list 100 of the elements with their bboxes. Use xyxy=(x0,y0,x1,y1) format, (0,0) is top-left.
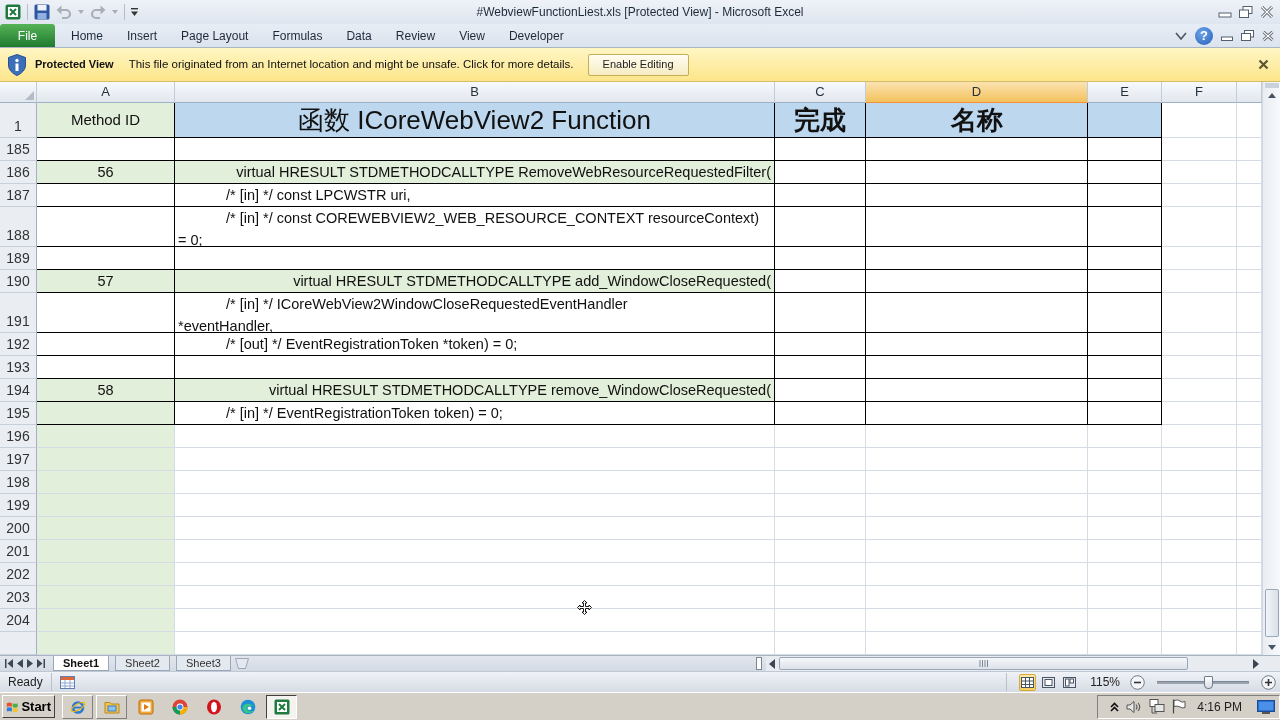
table-cell: 58 xyxy=(37,379,175,402)
shield-info-icon xyxy=(8,53,26,76)
start-button[interactable]: Start xyxy=(2,695,55,718)
row-header[interactable]: 203 xyxy=(0,586,37,609)
row-header[interactable]: 185 xyxy=(0,138,37,161)
ribbon-tab[interactable]: Developer xyxy=(496,24,576,47)
move-cursor-icon xyxy=(577,600,592,615)
ribbon-tab[interactable]: Home xyxy=(59,24,115,47)
row-header[interactable]: 198 xyxy=(0,471,37,494)
zoom-level[interactable]: 115% xyxy=(1090,673,1120,691)
row-header[interactable]: 200 xyxy=(0,517,37,540)
table-cell: /* [in] */ const LPCWSTR uri, xyxy=(175,184,775,207)
speaker-icon[interactable] xyxy=(1126,699,1142,714)
close-icon[interactable] xyxy=(1260,6,1274,18)
scrollbar-corner xyxy=(1262,656,1280,671)
row-header[interactable]: 193 xyxy=(0,356,37,379)
row-header[interactable]: 187 xyxy=(0,184,37,207)
row-header[interactable]: 190 xyxy=(0,270,37,293)
customize-icon[interactable] xyxy=(131,8,138,16)
restore-icon[interactable] xyxy=(1241,30,1254,41)
close-icon[interactable] xyxy=(1258,59,1269,70)
row-header[interactable]: 188 xyxy=(0,207,37,247)
clock[interactable]: 4:16 PM xyxy=(1197,697,1242,716)
row-header[interactable]: 194 xyxy=(0,379,37,402)
ribbon-tab[interactable]: Insert xyxy=(115,24,170,47)
monitor-icon[interactable] xyxy=(1257,699,1275,714)
row-header[interactable]: 199 xyxy=(0,494,37,517)
row-header[interactable]: 186 xyxy=(0,161,37,184)
ribbon-tab[interactable]: Review xyxy=(383,24,448,47)
previous-sheet-icon[interactable] xyxy=(17,659,23,668)
row-header[interactable]: 192 xyxy=(0,333,37,356)
ribbon-tab[interactable]: Page Layout xyxy=(169,24,261,47)
normal-view-button[interactable] xyxy=(1019,673,1037,691)
sheet-tab[interactable]: Sheet3 xyxy=(175,656,231,671)
row-header[interactable]: 1 xyxy=(0,103,37,138)
zoom-slider[interactable] xyxy=(1157,674,1249,690)
sheet-tab[interactable]: Sheet1 xyxy=(53,656,110,671)
zoom-out-icon[interactable] xyxy=(1130,674,1145,690)
column-header[interactable]: D xyxy=(866,82,1088,103)
row-header[interactable]: 195 xyxy=(0,402,37,425)
header-cell: Method ID xyxy=(37,103,175,138)
column-header[interactable]: E xyxy=(1088,82,1162,103)
spreadsheet-icon xyxy=(273,698,290,715)
status-text: Ready xyxy=(8,674,43,691)
enable-editing-button[interactable]: Enable Editing xyxy=(587,53,689,76)
next-sheet-icon[interactable] xyxy=(27,659,33,668)
flag-icon[interactable] xyxy=(1172,699,1186,714)
page-break-icon xyxy=(1063,676,1077,688)
scrollbar-thumb[interactable] xyxy=(1264,589,1279,637)
row-header[interactable]: 201 xyxy=(0,540,37,563)
column-header[interactable]: C xyxy=(775,82,866,103)
bar-title: Protected View xyxy=(35,57,114,73)
vertical-scrollbar[interactable] xyxy=(1262,82,1280,655)
table-icon[interactable] xyxy=(59,675,75,689)
table-cell: /* [in] */ EventRegistrationToken token) = 0; xyxy=(175,402,775,425)
row-header[interactable]: 202 xyxy=(0,563,37,586)
page-icon xyxy=(1042,676,1056,688)
zoom-in-icon[interactable] xyxy=(1261,674,1276,690)
ribbon-tab[interactable]: Data xyxy=(334,24,384,47)
column-header[interactable]: A xyxy=(37,82,175,103)
scrollbar-thumb[interactable] xyxy=(779,657,1188,670)
spreadsheet-icon[interactable] xyxy=(5,4,21,20)
scroll-left-icon[interactable] xyxy=(769,658,776,669)
network-icon[interactable] xyxy=(1149,699,1165,714)
taskbar-button[interactable] xyxy=(266,694,297,719)
row-header[interactable]: 196 xyxy=(0,425,37,448)
segmented-circle-icon xyxy=(171,698,188,715)
close-icon[interactable] xyxy=(1262,30,1274,41)
sheet-tab[interactable]: Sheet2 xyxy=(115,656,170,671)
column-header[interactable]: B xyxy=(175,82,775,103)
row-header[interactable]: 189 xyxy=(0,247,37,270)
table-cell: 57 xyxy=(37,270,175,293)
triangle-icon xyxy=(25,91,34,100)
table-cell: virtual HRESULT STDMETHODCALLTYPE remove_WindowCloseRequested( xyxy=(175,379,775,402)
table-cell: /* [out] */ EventRegistrationToken *token) = 0; xyxy=(175,333,775,356)
split-handle[interactable] xyxy=(756,657,762,670)
orbit-icon xyxy=(69,698,86,715)
ribbon-tab[interactable]: View xyxy=(447,24,497,47)
first-sheet-icon[interactable] xyxy=(5,659,13,668)
last-sheet-icon[interactable] xyxy=(37,659,45,668)
row-header[interactable]: 191 xyxy=(0,293,37,333)
slider-thumb[interactable] xyxy=(1203,675,1213,689)
table-cell: /* [in] */ ICoreWebView2WindowCloseRequestedEventHandler *eventHandler, xyxy=(175,293,775,333)
restore-icon[interactable] xyxy=(1239,6,1253,18)
table-cell: /* [in] */ const COREWEBVIEW2_WEB_RESOURCE_CONTEXT resourceContext) = 0; xyxy=(175,207,775,247)
column-header[interactable]: F xyxy=(1162,82,1237,103)
scroll-right-icon[interactable] xyxy=(1252,658,1259,669)
ribbon-tab[interactable]: Formulas xyxy=(260,24,335,47)
ring-icon xyxy=(205,698,222,715)
header-cell: 完成 xyxy=(775,103,866,138)
warning-message[interactable]: This file originated from an Internet location and might be unsafe. Click for more details. xyxy=(128,55,574,74)
horizontal-scrollbar[interactable] xyxy=(766,656,1262,671)
row-header[interactable]: 197 xyxy=(0,448,37,471)
swirl-icon xyxy=(239,698,256,715)
table-cell: virtual HRESULT STDMETHODCALLTYPE add_WindowCloseRequested( xyxy=(175,270,775,293)
double-chevron-icon[interactable] xyxy=(1110,701,1119,712)
header-cell: 名称 xyxy=(866,103,1088,138)
row-header[interactable]: 204 xyxy=(0,609,37,632)
header-cell: 函数 ICoreWebView2 Function xyxy=(175,103,775,138)
chevron-icon[interactable] xyxy=(1175,30,1187,41)
